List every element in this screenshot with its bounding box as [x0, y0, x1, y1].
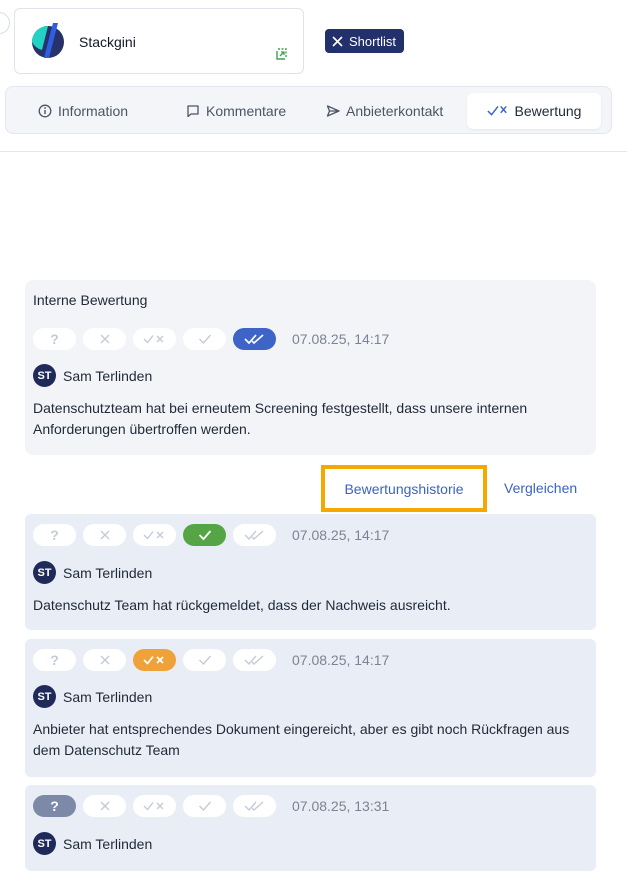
question-icon: ? [50, 652, 59, 668]
header-divider [0, 151, 627, 152]
avatar: ST [33, 685, 56, 708]
rating-exceeded-button[interactable] [233, 328, 276, 350]
internal-rating-card: Interne Bewertung ? 07.08.25, 14:17 ST S… [25, 280, 596, 455]
compare-link[interactable]: Vergleichen [504, 480, 577, 496]
info-icon [38, 104, 52, 118]
rating-unknown-button[interactable]: ? [33, 328, 76, 350]
rating-selector: ? 07.08.25, 14:17 [33, 524, 389, 546]
rating-comment: Datenschutz Team hat rückgemeldet, dass … [33, 597, 451, 613]
double-check-icon [244, 530, 263, 541]
tab-bar: Information Kommentare Anbieterkontakt B… [5, 86, 612, 134]
comment-icon [187, 105, 199, 118]
check-icon [198, 530, 211, 541]
rating-partial-button[interactable] [133, 524, 176, 546]
rating-selector: ? 07.08.25, 14:17 [33, 649, 389, 671]
check-x-icon [143, 531, 163, 540]
tab-comments[interactable]: Kommentare [180, 93, 292, 129]
tab-rating-label: Bewertung [514, 103, 582, 119]
question-icon: ? [50, 798, 59, 814]
tab-information[interactable]: Information [32, 93, 134, 129]
author-name: Sam Terlinden [63, 564, 153, 581]
rating-timestamp: 07.08.25, 14:17 [292, 331, 390, 347]
author-name: Sam Terlinden [63, 367, 153, 384]
internal-rating-title: Interne Bewertung [33, 292, 148, 308]
rating-fulfilled-button[interactable] [183, 524, 226, 546]
rating-rejected-button[interactable] [83, 649, 126, 671]
rating-exceeded-button[interactable] [233, 649, 276, 671]
stackgini-logo-icon [32, 23, 64, 58]
check-icon [198, 801, 211, 812]
x-icon [100, 334, 109, 344]
check-icon [198, 655, 211, 666]
rating-partial-button[interactable] [133, 795, 176, 817]
shortlist-badge[interactable]: Shortlist [325, 29, 404, 53]
rating-exceeded-button[interactable] [233, 795, 276, 817]
author-name: Sam Terlinden [63, 688, 153, 705]
external-link-icon[interactable] [275, 47, 289, 61]
author-name: Sam Terlinden [63, 835, 153, 852]
tab-rating[interactable]: Bewertung [467, 93, 601, 129]
rating-partial-button[interactable] [133, 649, 176, 671]
shortlist-label: Shortlist [349, 33, 396, 49]
rating-exceeded-button[interactable] [233, 524, 276, 546]
back-button[interactable] [0, 12, 10, 34]
check-x-icon [486, 105, 507, 116]
history-entry: ? 07.08.25, 14:17 ST Sam Terlinden Anbie… [25, 639, 596, 777]
check-x-icon [142, 655, 164, 665]
rating-author: ST Sam Terlinden [33, 685, 152, 708]
rating-partial-button[interactable] [133, 328, 176, 350]
rating-fulfilled-button[interactable] [183, 328, 226, 350]
double-check-icon [243, 334, 264, 345]
rating-fulfilled-button[interactable] [183, 649, 226, 671]
rating-rejected-button[interactable] [83, 524, 126, 546]
rating-rejected-button[interactable] [83, 795, 126, 817]
x-icon [100, 801, 109, 811]
rating-author: ST Sam Terlinden [33, 561, 152, 584]
rating-comment: Anbieter hat entsprechendes Dokument ein… [33, 721, 570, 758]
vendor-card[interactable]: Stackgini [14, 8, 304, 74]
avatar: ST [33, 832, 56, 855]
rating-selector: ? 07.08.25, 14:17 [33, 328, 389, 350]
rating-timestamp: 07.08.25, 14:17 [292, 652, 390, 668]
rating-rejected-button[interactable] [83, 328, 126, 350]
rating-history-link[interactable]: Bewertungshistorie [321, 465, 487, 512]
rating-selector: ? 07.08.25, 13:31 [33, 795, 389, 817]
rating-timestamp: 07.08.25, 14:17 [292, 527, 390, 543]
rating-unknown-button[interactable]: ? [33, 649, 76, 671]
tab-comments-label: Kommentare [206, 103, 287, 119]
rating-fulfilled-button[interactable] [183, 795, 226, 817]
tab-information-label: Information [58, 103, 129, 119]
rating-timestamp: 07.08.25, 13:31 [292, 798, 390, 814]
tab-vendor-contact[interactable]: Anbieterkontakt [320, 93, 449, 129]
x-icon [100, 655, 109, 665]
rating-author: ST Sam Terlinden [33, 364, 152, 387]
send-icon [326, 105, 340, 117]
double-check-icon [244, 801, 263, 812]
avatar: ST [33, 364, 56, 387]
history-entry: ? 07.08.25, 14:17 ST Sam Terlinden Daten… [25, 514, 596, 630]
rating-author: ST Sam Terlinden [33, 832, 152, 855]
check-x-icon [143, 335, 163, 344]
rating-unknown-button[interactable]: ? [33, 795, 76, 817]
vendor-name: Stackgini [79, 34, 136, 50]
question-icon: ? [50, 527, 59, 543]
tab-vendor-contact-label: Anbieterkontakt [346, 103, 444, 119]
question-icon: ? [50, 331, 59, 347]
rating-unknown-button[interactable]: ? [33, 524, 76, 546]
check-x-icon [143, 802, 163, 811]
history-entry: ? 07.08.25, 13:31 ST Sam Terlinden [25, 785, 596, 871]
rating-comment: Datenschutzteam hat bei erneutem Screeni… [33, 400, 528, 437]
double-check-icon [244, 655, 263, 666]
avatar: ST [33, 561, 56, 584]
close-icon[interactable] [332, 35, 343, 47]
x-icon [100, 530, 109, 540]
check-icon [198, 334, 211, 345]
